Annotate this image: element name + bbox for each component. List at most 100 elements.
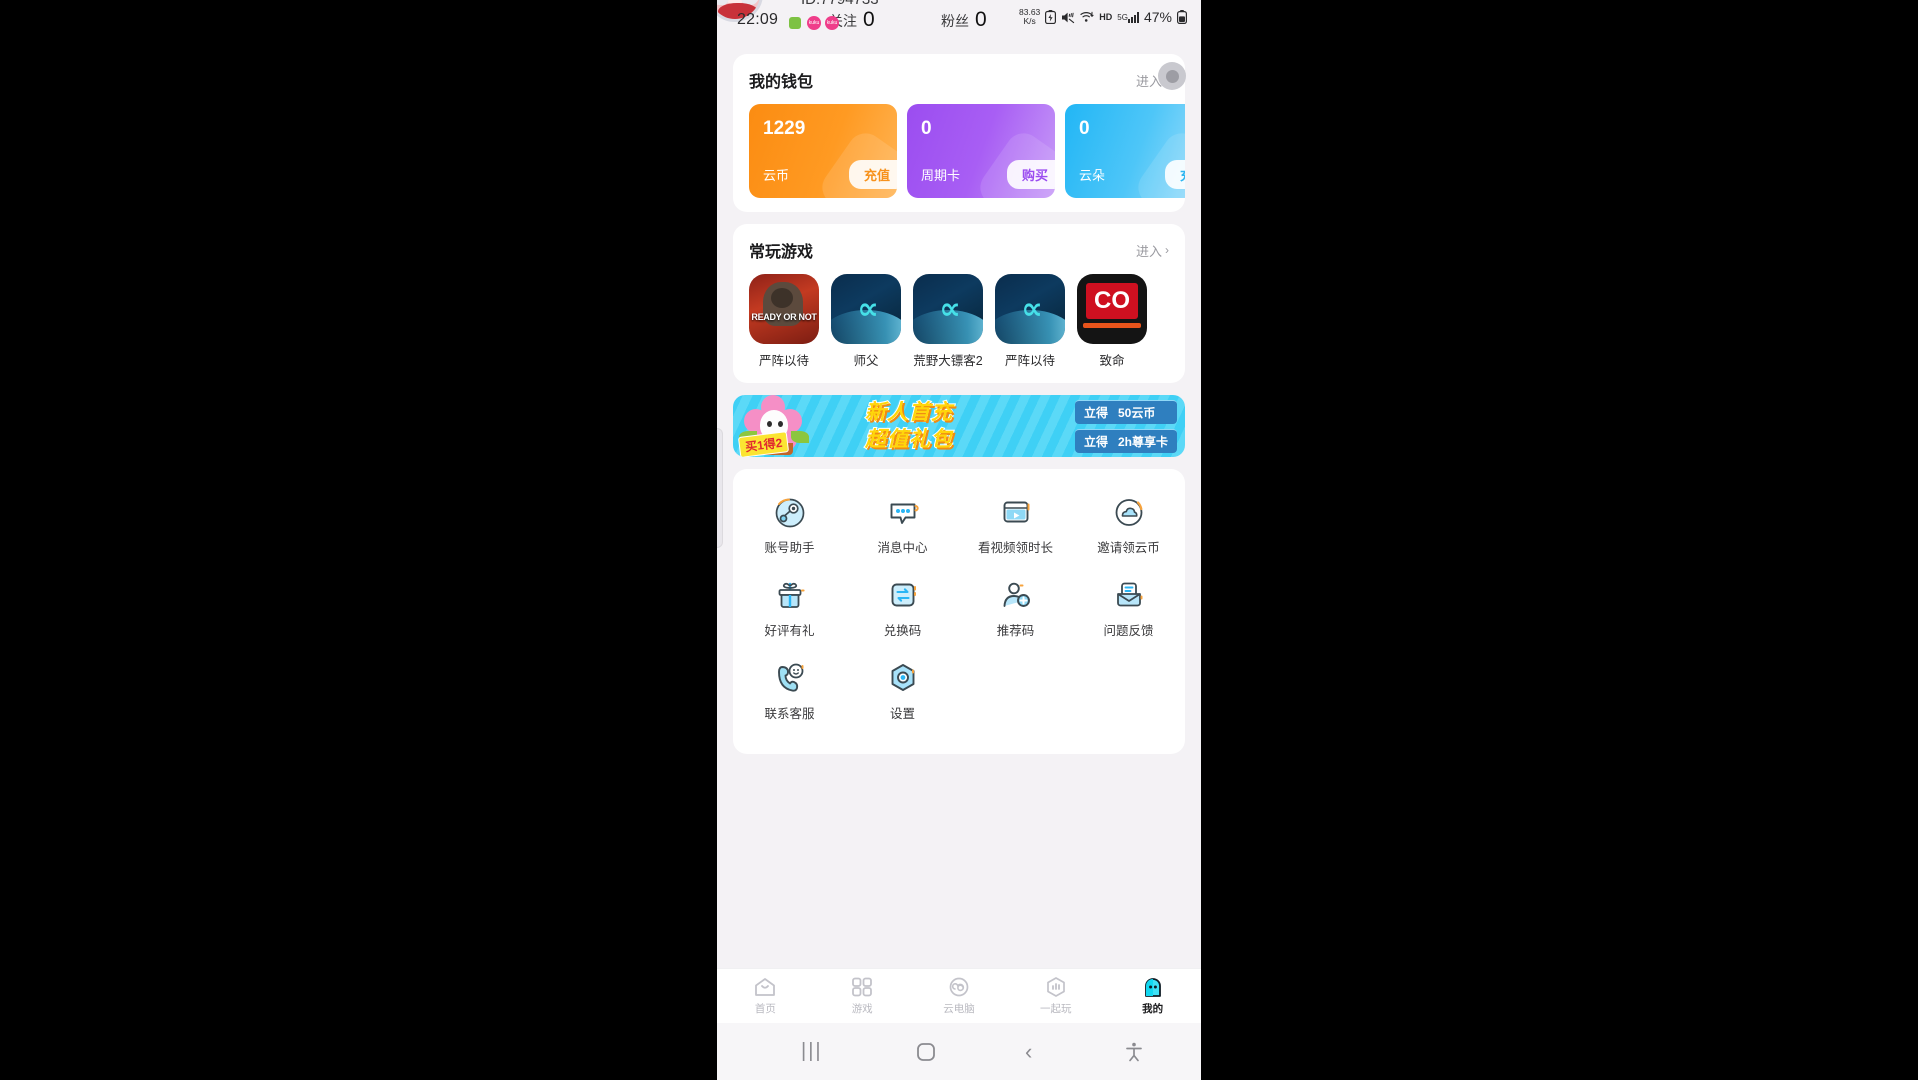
wallet-card-coin[interactable]: 1229 云币 充值 <box>749 104 897 198</box>
wallet-period-label: 周期卡 <box>921 168 961 183</box>
banner-reward-list: 立得 50云币 立得 2h尊享卡 <box>1074 400 1177 453</box>
recent-apps-button[interactable]: ||| <box>801 1040 823 1063</box>
chat-bubble-icon <box>886 495 920 529</box>
mute-icon <box>1061 11 1075 24</box>
games-enter-label: 进入 <box>1135 243 1162 259</box>
menu-item-account-assistant[interactable]: 账号助手 <box>733 485 846 568</box>
tab-games[interactable]: 游戏 <box>814 969 911 1023</box>
menu-item-settings[interactable]: 设置 <box>846 651 959 734</box>
gift-box-icon <box>773 578 807 612</box>
wallet-card: 我的钱包 进入 › 1229 云币 充值 0 周期卡 购买 <box>733 54 1185 212</box>
banner-reward-value: 50云币 <box>1117 406 1156 420</box>
wallet-cloud-label: 云朵 <box>1079 168 1106 183</box>
menu-item-contact-support[interactable]: 联系客服 <box>733 651 846 734</box>
menu-item-watch-video[interactable]: 看视频领时长 <box>959 485 1072 568</box>
status-bar: 22:09 kuku kuku 83.63 K/s HD 5G 47% <box>717 0 1201 40</box>
games-card: 常玩游戏 进入 › READY OR NOT 严阵以待 ∝ 师父 ∝ 荒野大镖客… <box>733 224 1185 383</box>
game-cover-icon: CO <box>1077 274 1147 344</box>
games-title: 常玩游戏 <box>749 244 814 261</box>
network-speed-indicator: 83.63 K/s <box>1019 7 1041 26</box>
menu-item-invite-coin[interactable]: 邀请领云币 <box>1072 485 1185 568</box>
menu-item-message-center[interactable]: 消息中心 <box>846 485 959 568</box>
wallet-title: 我的钱包 <box>749 74 814 91</box>
menu-item-feedback[interactable]: 问题反馈 <box>1072 568 1185 651</box>
tab-home[interactable]: 首页 <box>717 969 814 1023</box>
menu-item-label: 兑换码 <box>883 624 922 638</box>
wallet-cloud-recharge-button[interactable]: 充值 <box>1164 160 1185 189</box>
game-item[interactable]: CO 致命 <box>1077 274 1147 369</box>
tab-label: 我的 <box>1142 1003 1164 1015</box>
game-title: 严阵以待 <box>758 354 809 368</box>
menu-item-label: 问题反馈 <box>1103 624 1154 638</box>
game-title: 师父 <box>853 354 879 368</box>
game-item[interactable]: READY OR NOT 严阵以待 <box>749 274 819 369</box>
banner-reward-item: 立得 2h尊享卡 <box>1074 429 1177 453</box>
menu-item-label: 推荐码 <box>996 624 1035 638</box>
menu-item-referral-code[interactable]: 推荐码 <box>959 568 1072 651</box>
cloud-invite-icon <box>1112 495 1146 529</box>
signal-bars-icon: 5G <box>1117 11 1139 23</box>
game-item[interactable]: ∝ 荒野大镖客2 <box>913 274 983 369</box>
network-type-label: 5G <box>1117 12 1128 22</box>
menu-row: 联系客服 设置 <box>733 651 1185 734</box>
android-nav-bar: ||| ‹ <box>717 1023 1201 1080</box>
wifi-icon <box>1080 11 1094 23</box>
tab-cloud-pc[interactable]: 云电脑 <box>911 969 1008 1023</box>
feedback-envelope-icon <box>1112 578 1146 612</box>
scroll-content[interactable]: 我的钱包 进入 › 1229 云币 充值 0 周期卡 购买 <box>717 40 1201 968</box>
game-cover-art-text: CO <box>1086 283 1138 319</box>
floating-edge-handle[interactable] <box>717 428 723 548</box>
wallet-card-list[interactable]: 1229 云币 充值 0 周期卡 购买 0 云朵 充值 <box>733 104 1185 212</box>
chevron-right-icon: › <box>1165 243 1169 257</box>
back-chevron-icon[interactable]: ‹ <box>1025 1039 1032 1065</box>
game-cover-icon: READY OR NOT <box>749 274 819 344</box>
promo-banner[interactable]: 买1得2 新人首充 超值礼包 立得 50云币 立得 2h尊享卡 <box>733 395 1185 457</box>
wallet-card-cloud[interactable]: 0 云朵 充值 <box>1065 104 1185 198</box>
game-cover-icon: ∝ <box>831 274 901 344</box>
home-square-icon[interactable] <box>915 1041 937 1063</box>
screen-record-indicator[interactable] <box>1158 62 1186 90</box>
game-cover-icon: ∝ <box>995 274 1065 344</box>
battery-percent-label: 47% <box>1143 9 1172 25</box>
tab-label: 一起玩 <box>1040 1003 1072 1015</box>
android-notification-icon <box>789 17 801 29</box>
banner-reward-prefix: 立得 <box>1083 406 1108 420</box>
status-bar-right-cluster: 83.63 K/s HD 5G 47% <box>1019 8 1187 26</box>
video-play-icon <box>999 495 1033 529</box>
menu-item-label: 联系客服 <box>764 707 815 721</box>
game-item[interactable]: ∝ 严阵以待 <box>995 274 1065 369</box>
person-add-icon <box>999 578 1033 612</box>
menu-item-label: 好评有礼 <box>764 624 815 638</box>
games-header: 常玩游戏 进入 › <box>733 238 1185 274</box>
wallet-cloud-amount: 0 <box>1079 118 1090 139</box>
menu-item-label: 看视频领时长 <box>977 541 1053 555</box>
app-notification-icon-2: kuku <box>825 16 839 30</box>
hd-icon: HD <box>1099 12 1113 22</box>
game-title: 严阵以待 <box>1004 354 1055 368</box>
wallet-period-buy-button[interactable]: 购买 <box>1006 160 1055 189</box>
battery-icon <box>1177 10 1187 24</box>
games-enter-link[interactable]: 进入 › <box>1136 241 1169 260</box>
menu-item-review-gift[interactable]: 好评有礼 <box>733 568 846 651</box>
accessibility-icon[interactable] <box>1123 1041 1145 1063</box>
wallet-header: 我的钱包 进入 › <box>733 68 1185 104</box>
game-title: 荒野大镖客2 <box>913 354 983 368</box>
menu-item-redeem-code[interactable]: 兑换码 <box>846 568 959 651</box>
banner-headline: 新人首充 超值礼包 <box>864 399 953 453</box>
tab-mine[interactable]: 我的 <box>1104 969 1201 1023</box>
menu-item-label: 邀请领云币 <box>1097 541 1160 555</box>
home-icon <box>753 976 777 998</box>
grid-games-icon <box>850 976 874 998</box>
game-item[interactable]: ∝ 师父 <box>831 274 901 369</box>
menu-item-label: 设置 <box>889 707 915 721</box>
bottom-tab-bar: 首页 游戏 云电脑 一起玩 我的 <box>717 968 1201 1023</box>
cloud-pc-icon <box>947 976 971 998</box>
banner-reward-value: 2h尊享卡 <box>1117 435 1168 449</box>
wallet-coin-recharge-button[interactable]: 充值 <box>848 160 897 189</box>
phone-support-icon <box>773 661 807 695</box>
wallet-card-period[interactable]: 0 周期卡 购买 <box>907 104 1055 198</box>
games-list[interactable]: READY OR NOT 严阵以待 ∝ 师父 ∝ 荒野大镖客2 ∝ 严阵以待 C… <box>733 274 1185 383</box>
menu-grid: 账号助手 消息中心 看视频领时长 邀请领云币 好评有礼 兑换码 推荐码 问题反馈… <box>733 469 1185 754</box>
wallet-coin-amount: 1229 <box>763 118 806 139</box>
tab-play-together[interactable]: 一起玩 <box>1007 969 1104 1023</box>
